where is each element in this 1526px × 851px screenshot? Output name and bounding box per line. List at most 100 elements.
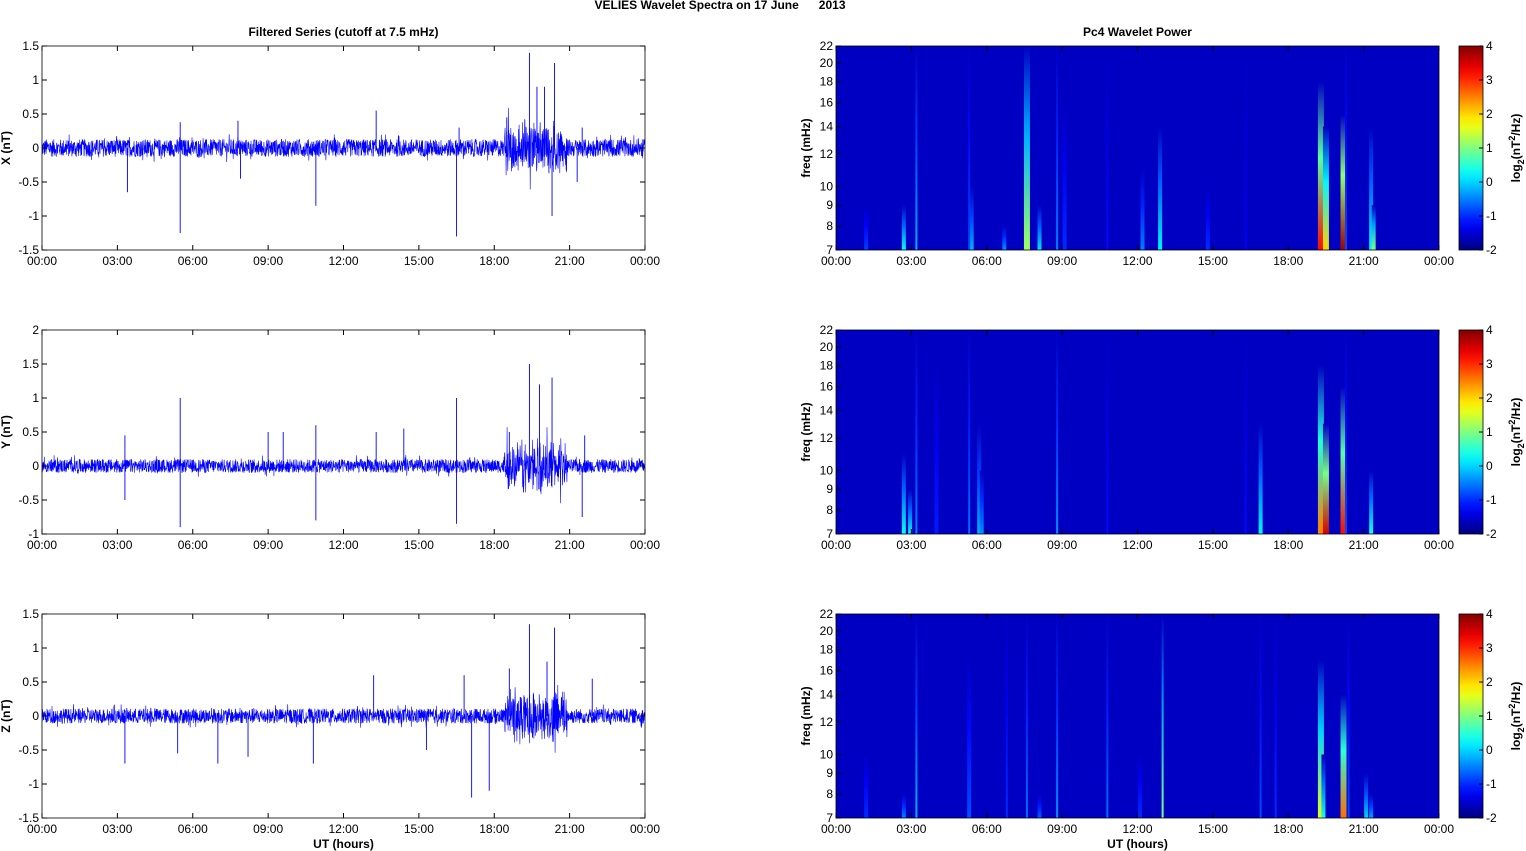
x-tick-label: 21:00 xyxy=(1349,822,1379,836)
y-tick-label: 8 xyxy=(826,503,833,517)
y-tick-label: 8 xyxy=(826,219,833,233)
y-axis-label: freq (mHz) xyxy=(799,118,813,177)
x-tick-label: 06:00 xyxy=(178,538,208,552)
y-tick-label: 0 xyxy=(32,141,39,155)
x-tick-label: 12:00 xyxy=(328,254,358,268)
x-tick-label: 00:00 xyxy=(1424,254,1454,268)
y-tick-label: 1.5 xyxy=(22,607,39,621)
power-event xyxy=(1106,614,1109,818)
colorbar-tick-label: -2 xyxy=(1486,243,1497,257)
power-event xyxy=(1025,614,1028,818)
x-tick-label: 12:00 xyxy=(1122,538,1152,552)
colorbar-tick-label: 1 xyxy=(1486,141,1493,155)
x-tick-label: 09:00 xyxy=(1047,538,1077,552)
x-axis-label: UT (hours) xyxy=(313,837,374,851)
y-tick-label: 12 xyxy=(820,431,834,445)
colorbar-label: log2(nT2/Hz) xyxy=(1507,398,1526,467)
colorbar-label-part: log xyxy=(1509,732,1523,750)
colorbar-tick-label: 1 xyxy=(1486,425,1493,439)
power-event xyxy=(1037,205,1042,250)
colorbar-tick-label: 2 xyxy=(1486,675,1493,689)
colorbar-tick-label: -2 xyxy=(1486,811,1497,825)
x-tick-label: 15:00 xyxy=(404,538,434,552)
colorbar-label-part: /Hz) xyxy=(1509,398,1523,420)
colorbar-tick-label: 1 xyxy=(1486,709,1493,723)
x-tick-label: 00:00 xyxy=(27,254,57,268)
y-tick-label: 14 xyxy=(820,404,834,418)
panel-title: Filtered Series (cutoff at 7.5 mHz) xyxy=(248,25,438,39)
y-tick-label: 20 xyxy=(820,624,834,638)
figure: VELIES Wavelet Spectra on 17 June 2013 -… xyxy=(0,0,1526,851)
x-tick-label: 18:00 xyxy=(479,538,509,552)
power-event xyxy=(1345,46,1348,250)
y-tick-label: 10 xyxy=(820,463,834,477)
y-tick-label: 1 xyxy=(32,73,39,87)
x-tick-label: 12:00 xyxy=(1122,254,1152,268)
power-event xyxy=(908,489,913,534)
colorbar-tick-label: 4 xyxy=(1486,607,1493,621)
y-tick-label: 1.5 xyxy=(22,357,39,371)
y-axis-label: freq (mHz) xyxy=(799,402,813,461)
colorbar-tick-label: 3 xyxy=(1486,357,1493,371)
x-tick-label: 15:00 xyxy=(1198,538,1228,552)
y-tick-label: -0.5 xyxy=(18,493,39,507)
x-tick-label: 06:00 xyxy=(972,538,1002,552)
x-tick-label: 15:00 xyxy=(404,254,434,268)
x-tick-label: 12:00 xyxy=(1122,822,1152,836)
x-tick-label: 00:00 xyxy=(1424,538,1454,552)
power-event xyxy=(1274,614,1277,818)
power-event xyxy=(901,453,906,534)
power-event xyxy=(1258,423,1263,534)
colorbar-label-part: log xyxy=(1509,164,1523,182)
colorbar-label: log2(nT2/Hz) xyxy=(1507,114,1526,183)
power-event xyxy=(1321,754,1326,818)
x-tick-label: 09:00 xyxy=(253,822,283,836)
colorbar-tick-label: 0 xyxy=(1486,459,1493,473)
x-tick-label: 09:00 xyxy=(253,254,283,268)
y-tick-label: -0.5 xyxy=(18,743,39,757)
x-tick-label: 09:00 xyxy=(1047,254,1077,268)
colorbar-tick-label: -1 xyxy=(1486,209,1497,223)
colorbar-tick-label: 2 xyxy=(1486,107,1493,121)
colorbar-label: log2(nT2/Hz) xyxy=(1507,682,1526,751)
colorbar-tick-label: -1 xyxy=(1486,493,1497,507)
power-event xyxy=(1340,694,1347,818)
y-tick-label: 20 xyxy=(820,56,834,70)
power-event xyxy=(1371,205,1376,250)
power-event xyxy=(1056,614,1059,818)
colorbar-tick-label: -1 xyxy=(1486,777,1497,791)
y-axis-label: X (nT) xyxy=(0,131,13,165)
y-tick-label: -1 xyxy=(28,209,39,223)
y-tick-label: 18 xyxy=(820,643,834,657)
power-event xyxy=(915,330,918,534)
colorbar-label-part: (nT xyxy=(1509,424,1523,443)
panel-title: Pc4 Wavelet Power xyxy=(1083,25,1192,39)
x-tick-label: 00:00 xyxy=(27,538,57,552)
power-event xyxy=(901,794,906,818)
power-event xyxy=(1345,330,1348,534)
x-tick-label: 18:00 xyxy=(1273,822,1303,836)
y-tick-label: 14 xyxy=(820,120,834,134)
x-tick-label: 21:00 xyxy=(555,822,585,836)
x-tick-label: 18:00 xyxy=(479,822,509,836)
y-tick-label: 1 xyxy=(32,641,39,655)
power-event xyxy=(1140,169,1145,250)
power-event xyxy=(1106,46,1109,250)
power-event xyxy=(1369,794,1374,818)
power-event xyxy=(1138,754,1143,818)
power-event xyxy=(967,659,972,818)
y-tick-label: 1 xyxy=(32,391,39,405)
power-event xyxy=(1205,186,1210,250)
colorbar-label-part: /Hz) xyxy=(1509,114,1523,136)
power-event xyxy=(864,205,869,250)
power-event xyxy=(1056,330,1059,534)
power-event xyxy=(1347,614,1350,818)
y-tick-label: 2 xyxy=(32,323,39,337)
y-tick-label: 9 xyxy=(826,482,833,496)
y-tick-label: 0.5 xyxy=(22,425,39,439)
x-tick-label: 15:00 xyxy=(1198,822,1228,836)
x-tick-label: 00:00 xyxy=(821,254,851,268)
y-tick-label: 18 xyxy=(820,75,834,89)
power-event xyxy=(1106,330,1109,534)
heatmap-background xyxy=(836,46,1439,250)
